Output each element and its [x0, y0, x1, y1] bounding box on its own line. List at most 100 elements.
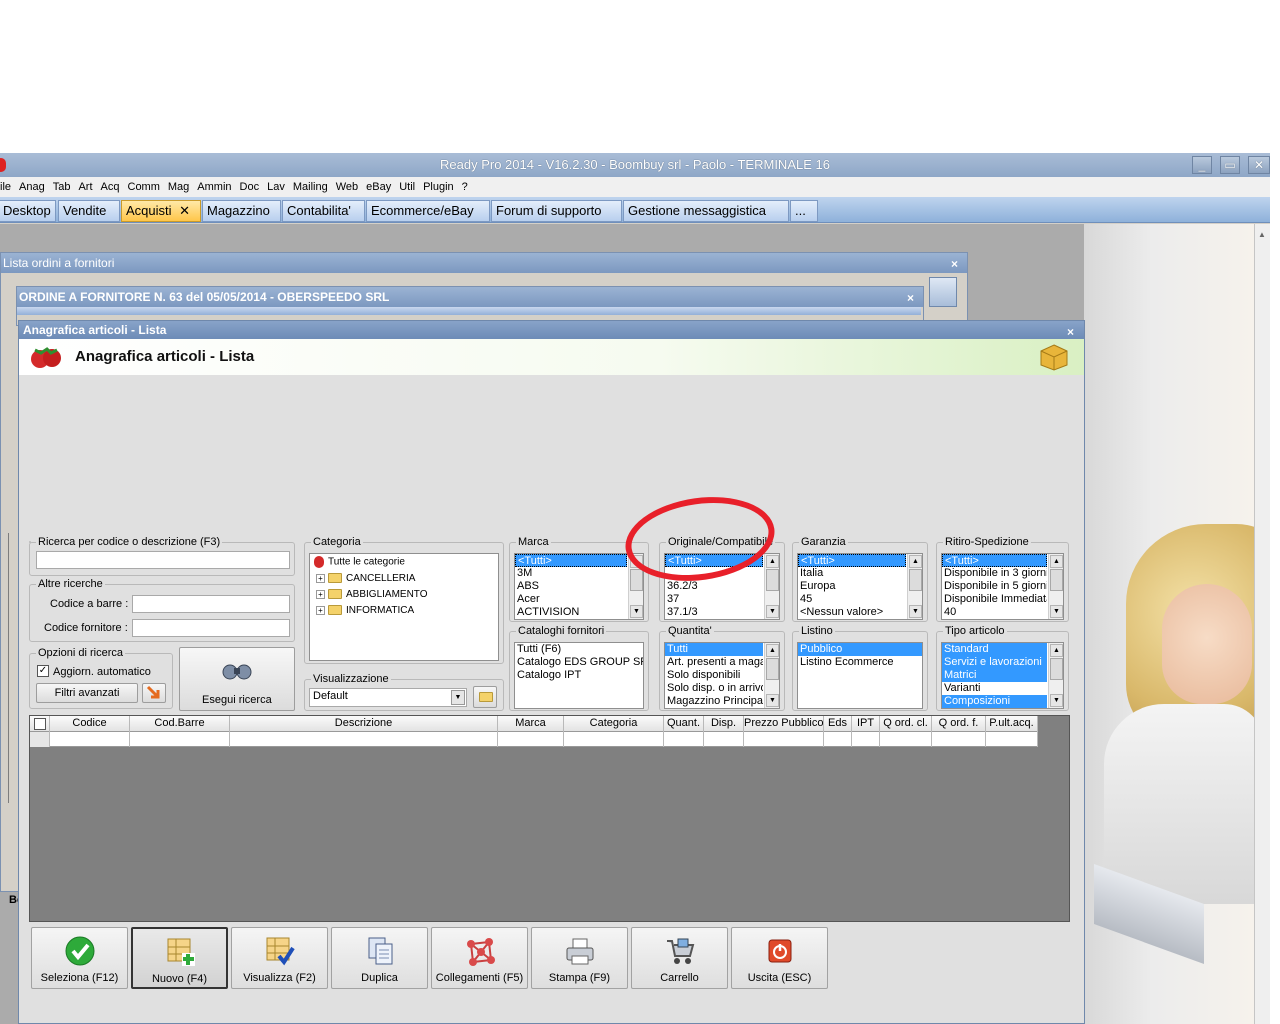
menu-item[interactable]: Mag	[164, 177, 193, 193]
list-item[interactable]: Disponibile Immediata	[942, 593, 1047, 606]
scroll-down-icon[interactable]: ▼	[909, 605, 922, 618]
select-all-checkbox[interactable]	[34, 718, 46, 730]
table-cell[interactable]	[744, 732, 824, 747]
column-header[interactable]: Quant.	[664, 716, 704, 732]
scroll-thumb[interactable]	[766, 569, 779, 591]
column-header[interactable]: Cod.Barre	[130, 716, 230, 732]
list-item[interactable]: Italia	[798, 567, 906, 580]
list-item[interactable]: 45	[798, 593, 906, 606]
category-root[interactable]: Tutte le categorie	[314, 556, 405, 568]
menu-item[interactable]: Mailing	[289, 177, 332, 193]
menu-item[interactable]: Acq	[97, 177, 124, 193]
list-item[interactable]: Disponibile in 5 giorni	[942, 580, 1047, 593]
menu-item[interactable]: Doc	[236, 177, 264, 193]
print-toolbar-button[interactable]: Stampa (F9)	[531, 927, 628, 989]
category-node[interactable]: + CANCELLERIA	[316, 573, 415, 584]
list-scrollbar[interactable]: ▲ ▼	[1048, 554, 1063, 619]
list-item[interactable]: Matrici	[942, 669, 1047, 682]
table-cell[interactable]	[824, 732, 852, 747]
scroll-up-icon[interactable]: ▲	[909, 555, 922, 568]
scroll-thumb[interactable]	[630, 569, 643, 591]
column-header[interactable]: Prezzo Pubblico	[744, 716, 824, 732]
table-cell[interactable]	[704, 732, 744, 747]
list-item[interactable]: Servizi e lavorazioni	[942, 656, 1047, 669]
cart-toolbar-button[interactable]: Carrello	[631, 927, 728, 989]
garanzia-listbox[interactable]: <Tutti> Italia Europa 45 <Nessun valore> ▲ ▼	[797, 553, 923, 620]
list-item[interactable]: Disponibile in 3 giorni	[942, 567, 1047, 580]
expand-icon[interactable]: +	[316, 573, 325, 583]
list-item[interactable]: 37	[665, 593, 763, 606]
list-scrollbar[interactable]: ▲ ▼	[764, 643, 779, 708]
menu-item[interactable]: ile	[0, 177, 15, 193]
ritiro-listbox[interactable]: <Tutti> Disponibile in 3 giorni Disponibil…	[941, 553, 1064, 620]
table-cell[interactable]	[932, 732, 986, 747]
list-item[interactable]: 37.1/3	[665, 606, 763, 619]
view-toolbar-button[interactable]: Visualizza (F2)	[231, 927, 328, 989]
table-cell[interactable]	[564, 732, 664, 747]
table-cell[interactable]	[664, 732, 704, 747]
select-all-column-header[interactable]	[30, 716, 50, 732]
menu-item[interactable]: Tab	[49, 177, 75, 193]
tab-gestione-messaggistica[interactable]: Gestione messaggistica	[623, 200, 789, 222]
menu-item[interactable]: eBay	[362, 177, 395, 193]
menu-item[interactable]: Comm	[124, 177, 164, 193]
table-cell[interactable]	[852, 732, 880, 747]
list-scrollbar[interactable]: ▲ ▼	[907, 554, 922, 619]
list-item[interactable]: Tutti	[665, 643, 763, 656]
list-item[interactable]: Varianti	[942, 682, 1047, 695]
table-cell[interactable]	[986, 732, 1038, 747]
duplicate-toolbar-button[interactable]: Duplica	[331, 927, 428, 989]
list-item[interactable]: Solo disp. o in arrivo	[665, 682, 763, 695]
marca-listbox[interactable]: <Tutti> 3M ABS Acer ACTIVISION ▲ ▼	[514, 553, 644, 620]
new-toolbar-button[interactable]: Nuovo (F4)	[131, 927, 228, 989]
menu-item[interactable]: Web	[332, 177, 362, 193]
articles-grid[interactable]: Codice Cod.Barre Descrizione Marca Categoria…	[29, 715, 1070, 922]
scroll-thumb[interactable]	[1050, 569, 1063, 591]
menu-item[interactable]: Util	[395, 177, 419, 193]
list-item[interactable]: 40	[942, 606, 1047, 619]
open-folder-button[interactable]	[473, 686, 497, 708]
tab-more[interactable]: ...	[790, 200, 818, 222]
menu-item[interactable]: Art	[74, 177, 96, 193]
scroll-thumb[interactable]	[766, 658, 779, 680]
tab-ecommerce-ebay[interactable]: Ecommerce/eBay	[366, 200, 490, 222]
column-header[interactable]: Categoria	[564, 716, 664, 732]
list-item[interactable]: Standard	[942, 643, 1047, 656]
users-icon[interactable]	[929, 277, 957, 307]
supplier-code-input[interactable]	[132, 619, 290, 637]
tab-forum-supporto[interactable]: Forum di supporto	[491, 200, 622, 222]
auto-update-checkbox[interactable]: ✓	[37, 665, 49, 677]
advanced-filters-button[interactable]: Filtri avanzati	[36, 683, 138, 703]
search-input[interactable]	[36, 551, 290, 569]
check-toolbar-button[interactable]: Seleziona (F12)	[31, 927, 128, 989]
scroll-thumb[interactable]	[909, 569, 922, 591]
chevron-down-icon[interactable]: ▼	[451, 690, 465, 705]
menu-item[interactable]: ?	[458, 177, 472, 193]
table-cell[interactable]	[50, 732, 130, 747]
close-button[interactable]: ✕	[1248, 156, 1270, 174]
scroll-down-icon[interactable]: ▼	[766, 605, 779, 618]
scroll-down-icon[interactable]: ▼	[766, 694, 779, 707]
category-node[interactable]: + INFORMATICA	[316, 605, 414, 616]
list-item[interactable]: Solo disponibili	[665, 669, 763, 682]
tipo-listbox[interactable]: Standard Servizi e lavorazioni Matrici Vari…	[941, 642, 1064, 709]
scroll-up-icon[interactable]: ▲	[766, 644, 779, 657]
list-item[interactable]: Tutti (F6)	[515, 643, 643, 656]
table-cell[interactable]	[880, 732, 932, 747]
scroll-up-icon[interactable]: ▲	[1050, 555, 1063, 568]
list-item[interactable]: Catalogo IPT	[515, 669, 643, 682]
list-item[interactable]: Europa	[798, 580, 906, 593]
tab-contabilita[interactable]: Contabilita'	[282, 200, 365, 222]
category-tree[interactable]: Tutte le categorie + CANCELLERIA + ABBIGLI…	[309, 553, 499, 661]
tab-acquisti[interactable]: Acquisti ✕	[121, 200, 201, 222]
menu-item[interactable]: Lav	[263, 177, 289, 193]
minimize-button[interactable]: _	[1192, 156, 1212, 174]
scroll-down-icon[interactable]: ▼	[1050, 694, 1063, 707]
list-item[interactable]: <Tutti>	[942, 554, 1047, 567]
table-cell[interactable]	[230, 732, 498, 747]
menu-item[interactable]: Ammin	[193, 177, 235, 193]
column-header[interactable]: Eds	[824, 716, 852, 732]
list-item[interactable]: Acer	[515, 593, 627, 606]
cataloghi-listbox[interactable]: Tutti (F6) Catalogo EDS GROUP SRL Catalogo…	[514, 642, 644, 709]
tab-vendite[interactable]: Vendite	[58, 200, 120, 222]
